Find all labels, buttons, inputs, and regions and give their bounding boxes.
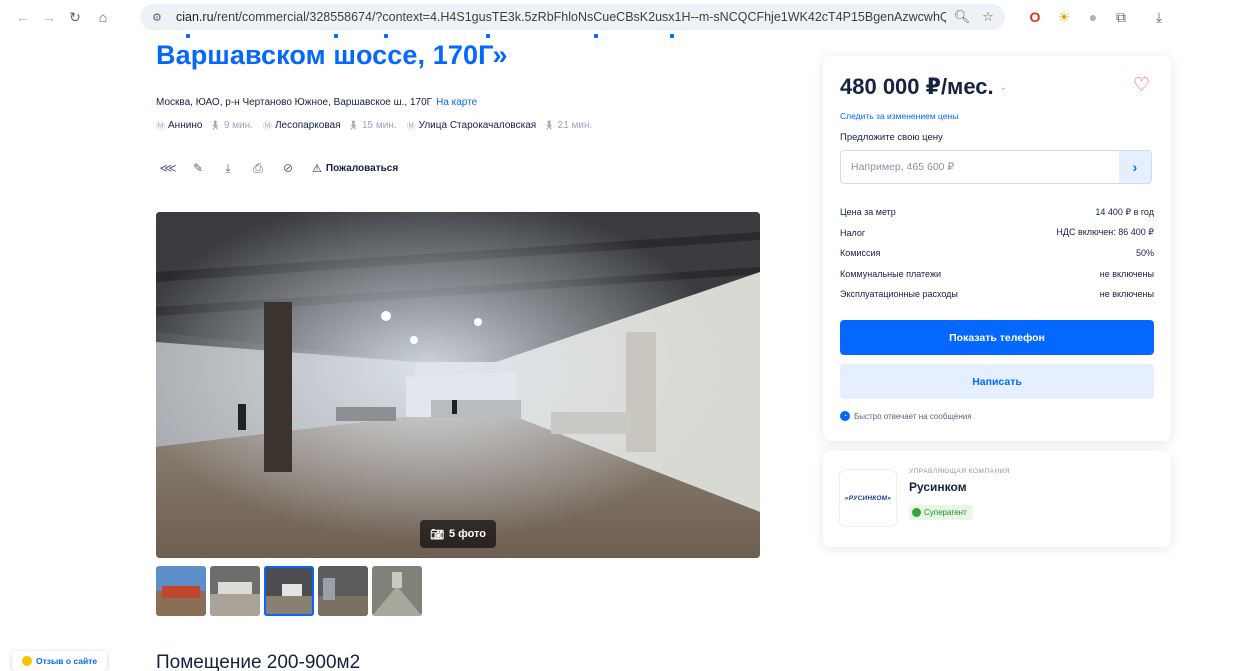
price-detail-row: Эксплуатационные расходы не включены: [840, 289, 1154, 300]
reload-icon[interactable]: ↻: [64, 6, 86, 28]
listing-actions: ⋘ ✎ ⤓ ⎙ ⊘ ⚠ Пожаловаться: [159, 160, 398, 176]
agent-type: Управляющая компания: [909, 468, 1011, 475]
metro-icon: Ⓜ: [156, 121, 166, 131]
agent-card[interactable]: «РУСИНКОМ» Управляющая компания Русинком…: [823, 451, 1171, 547]
superagent-badge: Суперагент: [909, 505, 973, 520]
smile-icon: [22, 656, 32, 666]
metro-icon: Ⓜ: [262, 121, 272, 131]
offer-price-label: Предложите свою цену: [840, 132, 943, 143]
chevron-right-icon[interactable]: ›: [1119, 151, 1151, 183]
agent-name[interactable]: Русинком: [909, 480, 967, 494]
thumbnail[interactable]: [318, 566, 368, 616]
thumbnail[interactable]: [210, 566, 260, 616]
quick-reply-note: ◔ Быстро отвечает на сообщения: [840, 411, 972, 421]
extension-icon[interactable]: ●: [1082, 6, 1104, 28]
metro-list: Ⓜ Аннино 🚶︎ 9 мин. Ⓜ Лесопарковая 🚶︎ 15 мин. Ⓜ…: [156, 119, 592, 132]
zoom-icon[interactable]: 🔍︎: [952, 9, 972, 25]
check-circle-icon: [912, 508, 921, 517]
listing-address: Москва, ЮАО, р-н Чертаново Южное, Варшав…: [156, 97, 478, 108]
chevron-down-icon[interactable]: ⌄: [999, 82, 1007, 93]
download-icon[interactable]: ⤓: [220, 160, 236, 176]
metro-item[interactable]: Ⓜ Улица Старокачаловская 🚶︎ 21 мин.: [407, 119, 593, 132]
favorite-heart-icon[interactable]: ♡: [1133, 74, 1150, 97]
warehouse-photo[interactable]: [156, 212, 760, 558]
camera-icon: 📷︎: [429, 528, 444, 541]
walk-icon: 🚶︎: [347, 120, 359, 130]
home-icon[interactable]: ⌂: [92, 6, 114, 28]
agent-logo[interactable]: «РУСИНКОМ»: [839, 469, 897, 527]
share-icon[interactable]: ⋘: [159, 160, 176, 176]
complain-button[interactable]: ⚠ Пожаловаться: [312, 162, 398, 175]
back-icon[interactable]: ←: [12, 6, 34, 28]
section-title: Помещение 200-900м2: [156, 652, 361, 671]
offer-price-input[interactable]: [841, 161, 1111, 173]
thumbnail[interactable]: [156, 566, 206, 616]
downloads-icon[interactable]: ⤓: [1148, 6, 1170, 28]
warning-icon: ⚠: [312, 162, 322, 175]
walk-icon: 🚶︎: [543, 120, 555, 130]
print-icon[interactable]: ⎙: [250, 160, 266, 176]
hide-icon[interactable]: ⊘: [280, 160, 296, 176]
thumbnail[interactable]: [372, 566, 422, 616]
extensions-puzzle-icon[interactable]: ⧉: [1110, 6, 1132, 28]
forward-icon[interactable]: →: [38, 6, 60, 28]
edit-icon[interactable]: ✎: [190, 160, 206, 176]
metro-item[interactable]: Ⓜ Аннино 🚶︎ 9 мин.: [156, 119, 253, 132]
price-detail-row: Налог НДС включен: 86 400 ₽: [840, 227, 1154, 238]
price-card: 480 000 ₽/мес. ⌄ ♡ Следить за изменением…: [823, 56, 1171, 441]
metro-icon: Ⓜ: [406, 121, 416, 131]
site-feedback-button[interactable]: Отзыв о сайте: [12, 651, 108, 671]
price: 480 000 ₽/мес.: [840, 74, 994, 99]
weather-extension-icon[interactable]: ☀: [1053, 6, 1075, 28]
thumbnail-active[interactable]: [264, 566, 314, 616]
walk-icon: 🚶︎: [209, 120, 221, 130]
price-detail-row: Комиссия 50%: [840, 248, 1154, 259]
show-phone-button[interactable]: Показать телефон: [840, 320, 1154, 355]
write-message-button[interactable]: Написать: [840, 364, 1154, 399]
follow-price-link[interactable]: Следить за изменением цены: [840, 111, 958, 121]
price-details: Цена за метр 14 400 ₽ в год Налог НДС вклю…: [840, 202, 1154, 305]
metro-item[interactable]: Ⓜ Лесопарковая 🚶︎ 15 мин.: [263, 119, 397, 132]
price-detail-row: Коммунальные платежи не включены: [840, 268, 1154, 279]
map-link[interactable]: На карте: [436, 97, 477, 108]
opera-extension-icon[interactable]: O: [1024, 6, 1046, 28]
photo-count-badge[interactable]: 📷︎ 5 фото: [420, 520, 496, 548]
price-detail-row: Цена за метр 14 400 ₽ в год: [840, 206, 1154, 218]
photo-gallery[interactable]: 📷︎ 5 фото: [156, 212, 760, 558]
site-info-icon[interactable]: ⚙: [152, 11, 168, 24]
browser-toolbar: ← → ↻ ⌂ ⚙ cian.ru/rent/commercial/328558…: [0, 0, 1255, 34]
listing-title: Варшавском шоссе, 170Г»: [156, 40, 508, 70]
address-bar[interactable]: ⚙ cian.ru/rent/commercial/328558674/?con…: [140, 4, 1005, 30]
bookmark-star-icon[interactable]: ☆: [978, 9, 998, 25]
clock-icon: ◔: [840, 411, 850, 421]
offer-price-field: ›: [840, 150, 1152, 184]
thumbnail-strip: [156, 566, 422, 616]
url-text: cian.ru/rent/commercial/328558674/?conte…: [176, 10, 946, 24]
